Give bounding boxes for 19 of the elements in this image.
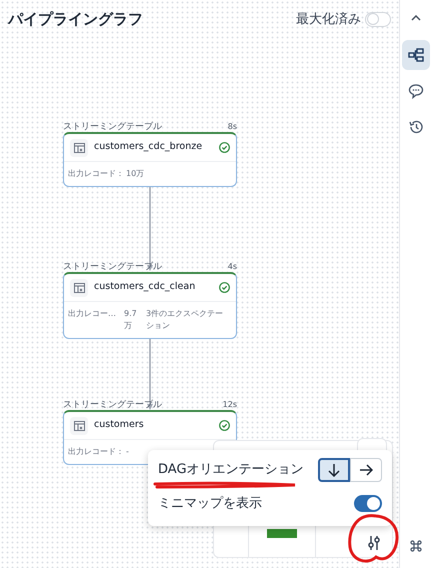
metric-value: 10万 [126,168,144,180]
metric-label: 出力レコー… [68,308,116,320]
metric-label: 出力レコード： [68,446,124,458]
node-type-label: ストリーミングテーブル [63,262,162,272]
panel-title: パイプライングラフ [8,9,143,30]
node-duration: 12s [222,400,237,410]
metric-label: 3件のエクスペクテーション [146,308,224,332]
metric-value: 9.7万 [124,308,138,332]
node-type-label: ストリーミングテーブル [63,122,162,132]
node-name: customers_cdc_bronze [94,140,204,154]
node-duration: 8s [228,122,237,132]
metric-value: - [126,446,129,458]
node-name: customers [94,418,145,432]
minimap-label: ミニマップを表示 [158,495,262,513]
node-type-label: ストリーミングテーブル [63,400,162,410]
node-duration: 4s [228,262,237,272]
metric-label: 出力レコード： [68,168,124,180]
node-name: customers_cdc_clean [94,280,196,294]
maximized-label: 最大化済み [296,10,361,28]
